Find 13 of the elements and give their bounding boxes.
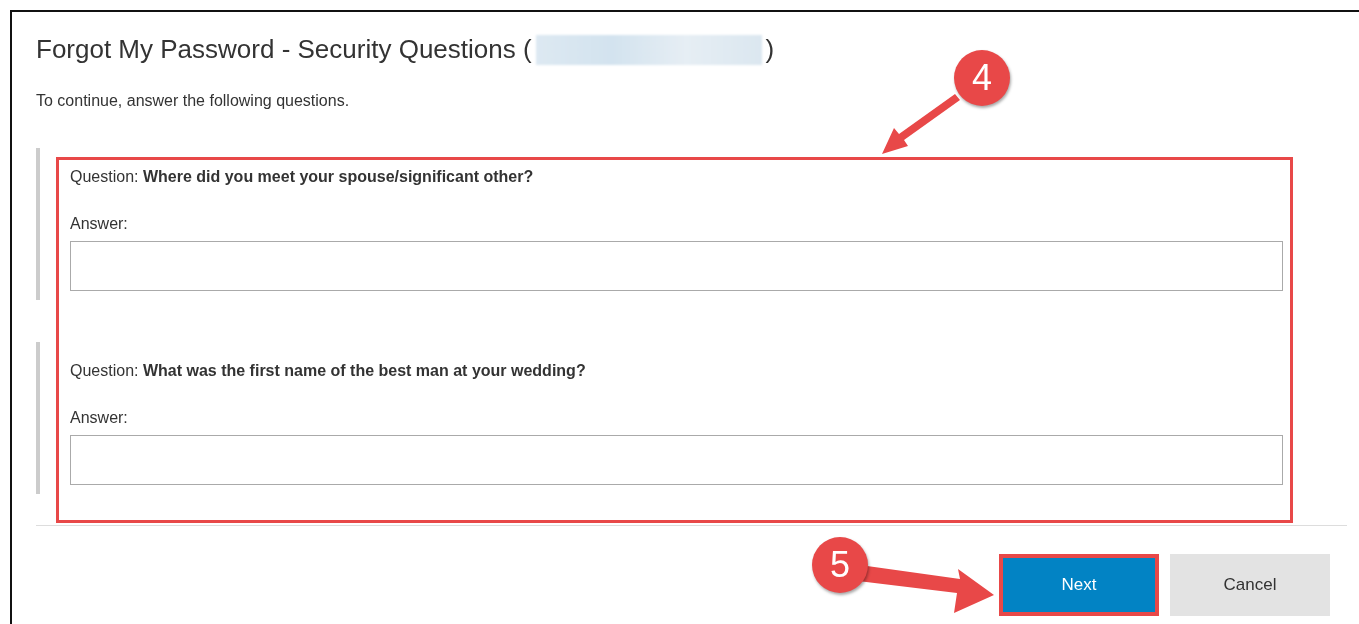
answer-label: Answer:: [70, 409, 129, 427]
step-badge: 5: [812, 537, 868, 593]
arrow-icon: [860, 565, 996, 615]
page-title: Forgot My Password - Security Questions ( ): [36, 34, 776, 65]
answer-label: Answer:: [70, 215, 129, 233]
answer-field[interactable]: [70, 241, 1283, 291]
instructions: To continue, answer the following questions.: [36, 92, 351, 110]
question-text: Question: Where did you meet your spouse/significant other?: [70, 168, 535, 186]
next-button[interactable]: Next: [999, 554, 1159, 616]
step-badge: 4: [954, 50, 1010, 106]
question-text: Question: What was the first name of the best man at your wedding?: [70, 362, 587, 380]
cancel-button[interactable]: Cancel: [1170, 554, 1330, 616]
answer-field[interactable]: [70, 435, 1283, 485]
